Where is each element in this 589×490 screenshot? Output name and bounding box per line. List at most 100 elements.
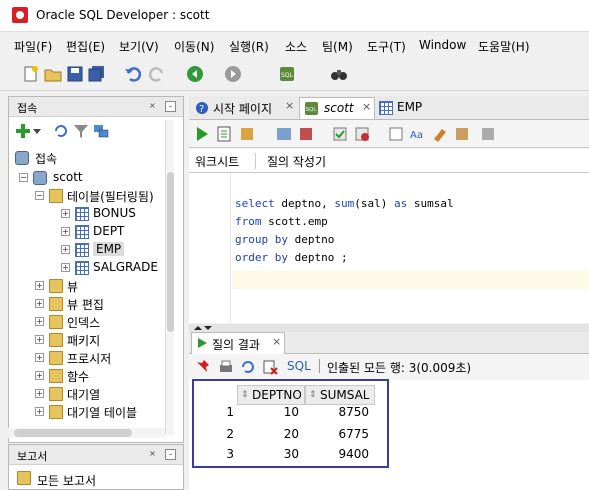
collapse-arrows-icon[interactable] <box>193 324 213 332</box>
case-icon[interactable]: Aa <box>409 125 427 143</box>
tab-start-page[interactable]: ? 시작 페이지 × <box>191 97 299 119</box>
scrollbar-thumb[interactable] <box>167 172 174 332</box>
expand-icon[interactable]: + <box>35 371 44 380</box>
schema-browser-icon[interactable] <box>93 123 109 139</box>
clear-icon[interactable] <box>431 125 449 143</box>
tree-folder-item[interactable]: + 함수 <box>13 367 163 385</box>
tree-folder-item[interactable]: + 프로시저 <box>13 349 163 367</box>
expand-icon[interactable]: + <box>61 263 70 272</box>
scrollbar-thumb[interactable] <box>14 429 132 437</box>
tree-folder-item[interactable]: + 뷰 편집 <box>13 295 163 313</box>
tree-horizontal-scrollbar[interactable] <box>8 428 165 438</box>
menu-window[interactable]: Window <box>419 38 466 52</box>
chevron-down-icon[interactable] <box>33 127 41 135</box>
tree-folder-item[interactable]: + 대기열 <box>13 385 163 403</box>
print-icon[interactable] <box>217 358 235 376</box>
tree-table-item[interactable]: + DEPT <box>13 223 163 241</box>
sql-editor[interactable]: select deptno, sum(sal) as sumsal from s… <box>189 173 589 323</box>
close-tab-icon[interactable]: × <box>272 335 281 348</box>
binoculars-icon[interactable] <box>330 65 348 83</box>
expand-icon[interactable]: + <box>35 407 44 416</box>
refresh-icon[interactable] <box>239 358 257 376</box>
menu-help[interactable]: 도움말(H) <box>478 38 530 55</box>
back-arrow-icon[interactable] <box>186 65 204 83</box>
minimize-panel-icon[interactable]: – <box>165 449 176 460</box>
menu-tools[interactable]: 도구(T) <box>367 38 406 55</box>
menu-team[interactable]: 팀(M) <box>322 38 353 55</box>
menu-run[interactable]: 실행(R) <box>229 38 269 55</box>
commit-icon[interactable] <box>331 125 349 143</box>
format-icon[interactable] <box>387 125 405 143</box>
new-file-icon[interactable] <box>22 65 40 83</box>
redo-icon[interactable] <box>148 65 166 83</box>
sql-line[interactable]: from scott.emp <box>235 215 328 233</box>
svg-text:?: ? <box>199 104 204 115</box>
menu-navigate[interactable]: 이동(N) <box>174 38 214 55</box>
sql-link[interactable]: SQL <box>287 359 311 373</box>
add-connection-icon[interactable] <box>15 123 31 139</box>
all-reports-item[interactable]: 모든 보고서 <box>37 472 96 489</box>
expand-icon[interactable]: + <box>61 227 70 236</box>
rollback-icon[interactable] <box>353 125 371 143</box>
open-folder-icon[interactable] <box>44 65 62 83</box>
tab-query-builder[interactable]: 질의 작성기 <box>267 153 326 170</box>
tab-worksheet[interactable]: 워크시트 <box>195 153 239 170</box>
autotrace-icon[interactable] <box>239 125 257 143</box>
tab-query-result[interactable]: 질의 결과 × <box>191 332 285 354</box>
tree-vertical-scrollbar[interactable] <box>165 120 174 435</box>
sql-icon[interactable]: SQL <box>278 65 296 83</box>
sql-line[interactable]: group by deptno <box>235 233 334 251</box>
tree-table-item[interactable]: + BONUS <box>13 205 163 223</box>
tree-table-item[interactable]: + SALGRADE <box>13 259 163 277</box>
pin-icon[interactable] <box>195 358 213 376</box>
editor-results-splitter[interactable] <box>189 324 589 332</box>
sql-line[interactable]: select deptno, sum(sal) as sumsal <box>235 197 454 215</box>
forward-arrow-icon[interactable] <box>224 65 242 83</box>
tree-table-item-selected[interactable]: + EMP <box>13 241 163 259</box>
sql-keyword: sum <box>334 197 355 210</box>
expand-icon[interactable]: + <box>35 335 44 344</box>
collapse-icon[interactable]: − <box>19 173 28 182</box>
tune-icon[interactable] <box>297 125 315 143</box>
menu-view[interactable]: 보기(V) <box>119 38 159 55</box>
expand-icon[interactable]: + <box>35 317 44 326</box>
run-statement-icon[interactable] <box>193 125 211 143</box>
close-panel-icon[interactable]: × <box>147 101 158 112</box>
undo-icon[interactable] <box>124 65 142 83</box>
menu-source[interactable]: 소스 <box>285 38 307 55</box>
close-tab-icon[interactable]: × <box>285 99 294 112</box>
collapse-icon[interactable]: − <box>35 191 44 200</box>
filter-icon[interactable] <box>73 123 89 139</box>
tab-scott-worksheet[interactable]: SQL scott × <box>299 97 375 119</box>
tree-connection-scott[interactable]: − scott <box>13 169 163 187</box>
expand-icon[interactable]: + <box>35 353 44 362</box>
close-tab-icon[interactable]: × <box>362 100 371 113</box>
tab-emp[interactable]: EMP <box>375 97 435 119</box>
save-all-icon[interactable] <box>88 65 106 83</box>
tree-folder-item[interactable]: + 뷰 <box>13 277 163 295</box>
expand-icon[interactable]: + <box>61 245 70 254</box>
expand-icon[interactable]: + <box>35 299 44 308</box>
clear-results-icon[interactable] <box>261 358 279 376</box>
menu-file[interactable]: 파일(F) <box>14 38 52 55</box>
svg-text:Aa: Aa <box>410 130 423 141</box>
history-icon[interactable] <box>453 125 471 143</box>
close-panel-icon[interactable]: × <box>147 449 158 460</box>
tree-folder-item[interactable]: + 인덱스 <box>13 313 163 331</box>
menu-edit[interactable]: 편집(E) <box>66 38 105 55</box>
tree-root-connections[interactable]: 접속 <box>13 149 163 167</box>
minimize-panel-icon[interactable]: – <box>165 101 176 112</box>
run-script-icon[interactable] <box>215 125 233 143</box>
tree-folder-item[interactable]: + 대기열 테이블 <box>13 403 173 421</box>
tree-folder-item[interactable]: + 패키지 <box>13 331 163 349</box>
refresh-icon[interactable] <box>53 123 69 139</box>
explain-plan-icon[interactable] <box>275 125 293 143</box>
expand-icon[interactable]: + <box>35 281 44 290</box>
save-icon[interactable] <box>66 65 84 83</box>
sql-line[interactable]: order by deptno ; <box>235 251 348 269</box>
expand-icon[interactable]: + <box>61 209 70 218</box>
expand-icon[interactable]: + <box>35 389 44 398</box>
tree-tables-folder[interactable]: − 테이블(필터링됨) <box>13 187 173 205</box>
tools-icon[interactable] <box>479 125 497 143</box>
results-tab-bar: 질의 결과 × <box>189 332 589 354</box>
